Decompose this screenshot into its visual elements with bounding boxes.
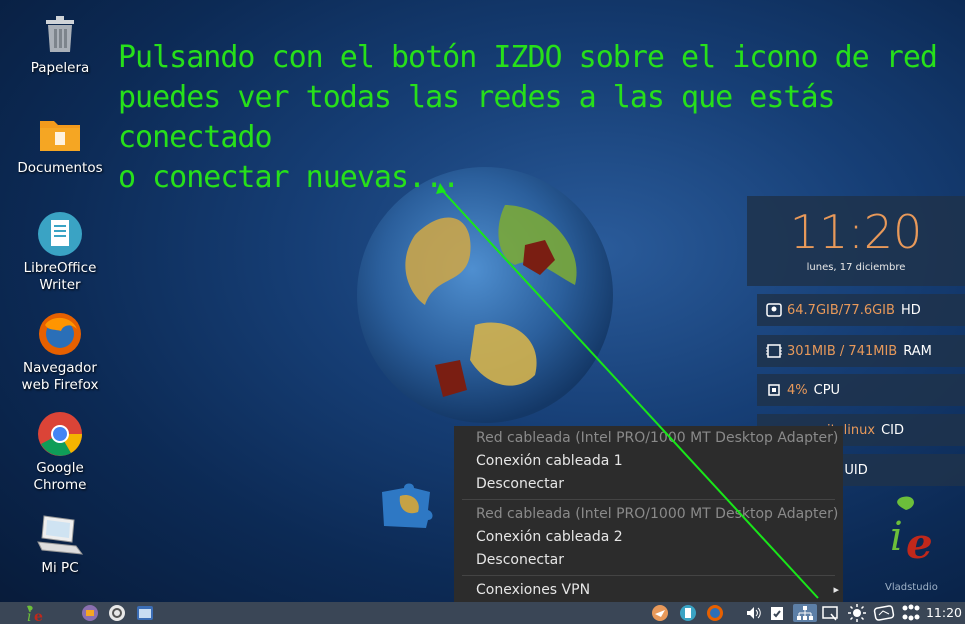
computer-icon bbox=[35, 510, 85, 558]
conky-hd-label: HD bbox=[900, 302, 921, 318]
conky-hd-row: 64.7GIB/77.6GIB HD bbox=[757, 294, 965, 326]
start-menu-button[interactable]: ie bbox=[22, 604, 50, 622]
tray-brightness-button[interactable] bbox=[846, 604, 868, 622]
window-icon bbox=[137, 606, 153, 620]
desktop-icon-label: Navegador web Firefox bbox=[21, 360, 99, 393]
svg-text:i: i bbox=[27, 609, 31, 622]
trash-icon bbox=[35, 10, 85, 58]
clipboard-icon bbox=[771, 607, 783, 620]
screen-icon bbox=[822, 606, 838, 621]
taskbar-clock[interactable]: 11:20 bbox=[926, 605, 962, 620]
desktop-icon-mypc[interactable]: Mi PC bbox=[10, 510, 110, 577]
brightness-icon bbox=[848, 604, 866, 622]
desktop-icon-label: Google Chrome bbox=[33, 460, 87, 493]
desktop-icon-label: Mi PC bbox=[41, 560, 79, 576]
wallpaper-globe bbox=[355, 165, 615, 425]
firefox-icon bbox=[35, 310, 85, 358]
conky-time: 11:20 bbox=[789, 205, 923, 259]
cpu-icon bbox=[765, 382, 783, 398]
desktop-icon-label: Documentos bbox=[17, 160, 103, 176]
network-icon bbox=[797, 606, 813, 620]
tray-network-button[interactable] bbox=[793, 604, 817, 622]
conky-ram-value: 301MIB / 741MIB bbox=[787, 343, 898, 359]
taskbar: ie 11:20 bbox=[0, 602, 965, 624]
conky-date: lunes, 17 diciembre bbox=[806, 262, 906, 273]
taskbar-show-desktop-button[interactable] bbox=[134, 604, 156, 622]
conky-uid-label: UID bbox=[844, 462, 868, 478]
menu-separator bbox=[462, 499, 835, 500]
chrome-icon bbox=[35, 410, 85, 458]
desktop-icon-writer[interactable]: LibreOffice Writer bbox=[10, 210, 110, 294]
conky-cpu-value: 4% bbox=[787, 382, 808, 398]
svg-text:e: e bbox=[906, 519, 933, 568]
menu-item-disconnect-1[interactable]: Desconectar bbox=[476, 474, 564, 494]
tray-volume-button[interactable] bbox=[744, 604, 764, 622]
desktop-icon-trash[interactable]: Papelera bbox=[10, 10, 110, 77]
tray-menu-button[interactable] bbox=[899, 604, 923, 622]
desktop-icon-documents[interactable]: Documentos bbox=[10, 110, 110, 177]
tray-tablet-button[interactable] bbox=[872, 604, 896, 622]
folder-icon bbox=[35, 110, 85, 158]
menu-item-connection-2[interactable]: Conexión cableada 2 bbox=[476, 527, 623, 547]
wallpaper-puzzle-piece bbox=[382, 483, 433, 528]
dots-icon bbox=[902, 604, 920, 621]
distro-start-icon: ie bbox=[27, 605, 43, 622]
settings-icon bbox=[109, 605, 125, 621]
desktop-icon-firefox[interactable]: Navegador web Firefox bbox=[10, 310, 110, 394]
conky-cpu-row: 4% CPU bbox=[757, 374, 965, 406]
tray-screenshot-button[interactable] bbox=[820, 604, 840, 622]
conky-cid-label: CID bbox=[881, 422, 904, 438]
volume-icon bbox=[747, 607, 761, 619]
conky-cpu-label: CPU bbox=[813, 382, 841, 398]
desktop-icon-label: LibreOffice Writer bbox=[23, 260, 97, 293]
tray-clipboard-button[interactable] bbox=[768, 604, 786, 622]
annotation-line: puedes ver todas las redes a las que est… bbox=[118, 80, 836, 115]
menu-item-connection-1[interactable]: Conexión cableada 1 bbox=[476, 451, 623, 471]
conky-ram-label: RAM bbox=[903, 343, 932, 359]
annotation-line: o conectar nuevas... bbox=[118, 160, 460, 195]
distro-logo: i e bbox=[890, 496, 933, 568]
menu-item-disconnect-2[interactable]: Desconectar bbox=[476, 550, 564, 570]
conky-hd-value: 64.7GIB/77.6GIB bbox=[787, 302, 895, 318]
files-icon bbox=[82, 605, 98, 621]
tablet-icon bbox=[873, 605, 895, 621]
network-context-menu: Red cableada (Intel PRO/1000 MT Desktop … bbox=[454, 426, 843, 602]
submenu-arrow-icon: ▸ bbox=[833, 583, 839, 596]
conky-ram-row: 301MIB / 741MIB RAM bbox=[757, 335, 965, 367]
desktop-icon-label: Papelera bbox=[30, 60, 90, 76]
taskbar-settings-button[interactable] bbox=[107, 604, 127, 622]
annotation-line: Pulsando con el botón IZDO sobre el icon… bbox=[118, 40, 938, 75]
firefox-icon bbox=[707, 605, 723, 621]
menu-section-header: Red cableada (Intel PRO/1000 MT Desktop … bbox=[476, 430, 839, 446]
writer-icon bbox=[35, 210, 85, 258]
annotation-line: conectado bbox=[118, 120, 273, 155]
tray-firefox-button[interactable] bbox=[705, 604, 725, 622]
svg-text:e: e bbox=[34, 609, 43, 622]
annotation-text: Pulsando con el botón IZDO sobre el icon… bbox=[118, 38, 938, 198]
bird-app-icon bbox=[652, 605, 668, 621]
taskbar-files-button[interactable] bbox=[80, 604, 100, 622]
svg-text:i: i bbox=[890, 514, 903, 560]
wallpaper-watermark: Vladstudio bbox=[885, 582, 938, 593]
menu-separator bbox=[462, 575, 835, 576]
menu-item-vpn[interactable]: Conexiones VPN bbox=[476, 580, 590, 600]
notes-icon bbox=[680, 605, 696, 621]
menu-section-header: Red cableada (Intel PRO/1000 MT Desktop … bbox=[476, 506, 839, 522]
tray-app-1[interactable] bbox=[650, 604, 670, 622]
harddisk-icon bbox=[765, 302, 783, 318]
desktop-icon-chrome[interactable]: Google Chrome bbox=[10, 410, 110, 494]
tray-notes-button[interactable] bbox=[678, 604, 698, 622]
conky-clock-panel: 11:20 lunes, 17 diciembre bbox=[747, 196, 965, 286]
ram-icon bbox=[765, 343, 783, 359]
